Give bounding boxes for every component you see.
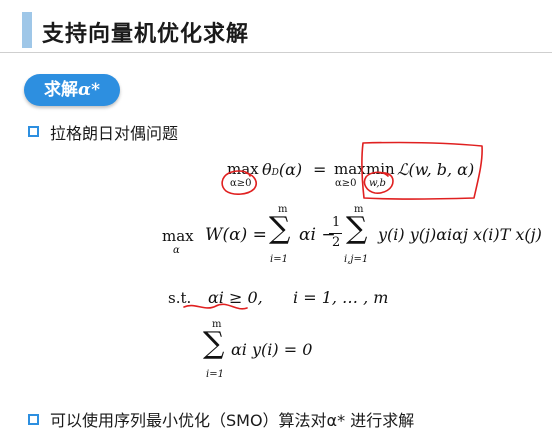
ink-box-min-lagrangian bbox=[361, 141, 483, 200]
ink-annotations bbox=[183, 141, 483, 310]
bullet-text-smo: 可以使用序列最小优化（SMO）算法对α* 进行求解 bbox=[50, 411, 415, 430]
bullet-square-icon bbox=[28, 414, 39, 425]
ink-circle-alpha-ge-0 bbox=[221, 170, 257, 195]
ink-circle-wb bbox=[363, 171, 394, 194]
ink-underline-alpha-i bbox=[183, 303, 248, 310]
